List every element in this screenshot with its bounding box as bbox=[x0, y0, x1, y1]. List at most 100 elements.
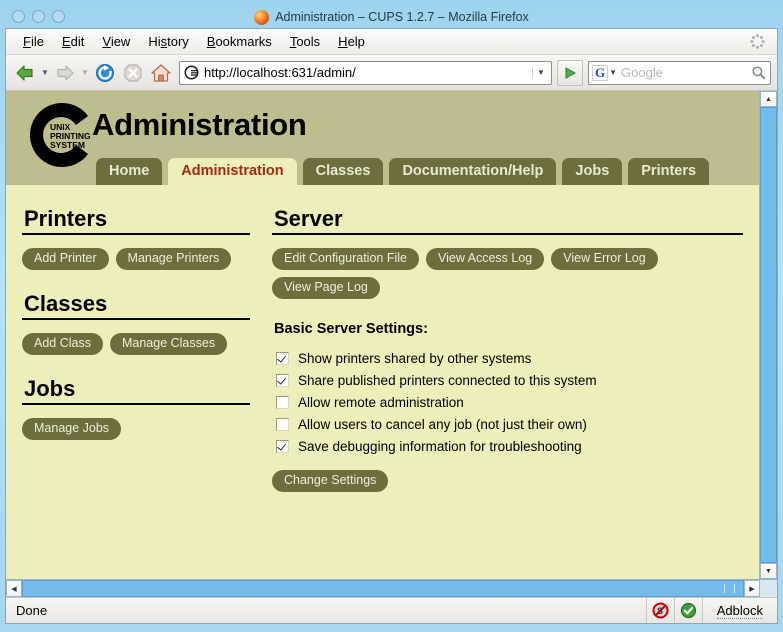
search-icon[interactable] bbox=[748, 65, 768, 80]
add-printer-button[interactable]: Add Printer bbox=[22, 248, 109, 271]
scroll-right-button[interactable]: ▶ bbox=[744, 580, 760, 597]
view-access-log-button[interactable]: View Access Log bbox=[425, 248, 545, 271]
back-button[interactable] bbox=[12, 60, 38, 86]
setting-show-shared-printers[interactable]: Show printers shared by other systems bbox=[276, 351, 743, 366]
svg-text:S: S bbox=[657, 606, 663, 616]
url-dropdown-icon[interactable]: ▼ bbox=[532, 68, 549, 77]
basic-server-settings-heading: Basic Server Settings: bbox=[274, 321, 428, 338]
setting-allow-users-cancel-any-job[interactable]: Allow users to cancel any job (not just … bbox=[276, 417, 743, 432]
maximize-button[interactable] bbox=[52, 10, 65, 23]
classes-divider bbox=[22, 318, 250, 321]
window-title: Administration – CUPS 1.2.7 – Mozilla Fi… bbox=[5, 9, 778, 25]
edit-configuration-file-button[interactable]: Edit Configuration File bbox=[272, 248, 419, 271]
setting-share-published-printers[interactable]: Share published printers connected to th… bbox=[276, 373, 743, 388]
cups-logo-icon: UNIX PRINTING SYSTEM bbox=[26, 99, 98, 171]
manage-printers-button[interactable]: Manage Printers bbox=[115, 248, 232, 271]
noscript-status-icon[interactable]: S bbox=[647, 598, 675, 623]
tab-home[interactable]: Home bbox=[96, 158, 163, 185]
page-viewport: UNIX PRINTING SYSTEM Administration Home… bbox=[6, 91, 777, 579]
change-settings-row: Change Settings bbox=[272, 470, 743, 493]
tab-printers[interactable]: Printers bbox=[628, 158, 710, 185]
cups-page-header: UNIX PRINTING SYSTEM Administration Home… bbox=[6, 91, 759, 185]
setting-label: Show printers shared by other systems bbox=[298, 351, 532, 367]
horizontal-scrollbar[interactable]: ◀ ▶ bbox=[6, 579, 777, 597]
menu-view[interactable]: View bbox=[93, 32, 139, 51]
menu-edit[interactable]: Edit bbox=[53, 32, 93, 51]
url-bar[interactable]: http://localhost:631/admin/ ▼ bbox=[179, 60, 552, 85]
minimize-button[interactable] bbox=[32, 10, 45, 23]
printers-divider bbox=[22, 233, 250, 236]
tab-administration[interactable]: Administration bbox=[168, 158, 297, 185]
url-text: http://localhost:631/admin/ bbox=[204, 65, 356, 80]
server-actions: Edit Configuration File View Access Log … bbox=[272, 248, 743, 300]
checkbox-icon[interactable] bbox=[276, 374, 289, 388]
cups-page: UNIX PRINTING SYSTEM Administration Home… bbox=[6, 91, 759, 579]
jobs-actions: Manage Jobs bbox=[22, 418, 250, 441]
status-message: Done bbox=[6, 598, 647, 623]
secure-status-icon[interactable] bbox=[675, 598, 703, 623]
view-page-log-button[interactable]: View Page Log bbox=[272, 277, 380, 300]
horizontal-scroll-thumb[interactable] bbox=[22, 580, 744, 597]
manage-jobs-button[interactable]: Manage Jobs bbox=[22, 418, 122, 441]
svg-text:SYSTEM: SYSTEM bbox=[50, 140, 85, 150]
menubar: File Edit View History Bookmarks Tools H… bbox=[6, 29, 777, 55]
forward-dropdown-icon: ▼ bbox=[81, 68, 89, 77]
tab-jobs[interactable]: Jobs bbox=[562, 158, 623, 185]
view-error-log-button[interactable]: View Error Log bbox=[551, 248, 658, 271]
titlebar: Administration – CUPS 1.2.7 – Mozilla Fi… bbox=[5, 5, 778, 28]
setting-label: Allow users to cancel any job (not just … bbox=[298, 417, 587, 433]
page-favicon bbox=[184, 65, 199, 80]
tab-classes[interactable]: Classes bbox=[302, 158, 384, 185]
vertical-scroll-thumb[interactable] bbox=[760, 107, 777, 563]
search-box[interactable]: G ▼ Google bbox=[588, 60, 771, 85]
stop-button bbox=[120, 60, 146, 86]
back-dropdown-icon[interactable]: ▼ bbox=[40, 68, 50, 77]
setting-label: Share published printers connected to th… bbox=[298, 373, 597, 389]
search-engine-dropdown-icon[interactable]: ▼ bbox=[609, 68, 617, 77]
home-button[interactable] bbox=[148, 60, 174, 86]
add-class-button[interactable]: Add Class bbox=[22, 333, 103, 356]
scroll-left-button[interactable]: ◀ bbox=[6, 580, 22, 597]
manage-classes-button[interactable]: Manage Classes bbox=[109, 333, 228, 356]
menu-tools[interactable]: Tools bbox=[281, 32, 329, 51]
scroll-thumb-grip bbox=[724, 584, 735, 593]
tab-documentation-help[interactable]: Documentation/Help bbox=[389, 158, 557, 185]
firefox-icon bbox=[254, 10, 270, 25]
adblock-status[interactable]: Adblock bbox=[703, 598, 777, 623]
classes-actions: Add Class Manage Classes bbox=[22, 333, 250, 356]
page-title: Administration bbox=[92, 107, 307, 142]
printers-actions: Add Printer Manage Printers bbox=[22, 248, 250, 271]
scroll-down-button[interactable]: ▼ bbox=[760, 563, 777, 579]
close-button[interactable] bbox=[12, 10, 25, 23]
go-button[interactable] bbox=[557, 59, 583, 86]
classes-heading: Classes bbox=[24, 291, 108, 317]
setting-allow-remote-administration[interactable]: Allow remote administration bbox=[276, 395, 743, 410]
right-column: Server Edit Configuration File View Acce… bbox=[272, 207, 743, 514]
checkbox-icon[interactable] bbox=[276, 440, 289, 454]
vertical-scrollbar[interactable]: ▲ ▼ bbox=[759, 91, 777, 579]
menu-history[interactable]: History bbox=[139, 32, 197, 51]
reload-button[interactable] bbox=[92, 60, 118, 86]
menu-file[interactable]: File bbox=[14, 32, 53, 51]
window-title-text: Administration – CUPS 1.2.7 – Mozilla Fi… bbox=[275, 9, 529, 24]
browser-chrome: File Edit View History Bookmarks Tools H… bbox=[5, 28, 778, 624]
search-input[interactable]: Google bbox=[621, 65, 748, 80]
change-settings-button[interactable]: Change Settings bbox=[272, 470, 389, 493]
setting-label: Allow remote administration bbox=[298, 395, 464, 411]
checkbox-icon[interactable] bbox=[276, 352, 289, 366]
basic-server-settings-list: Show printers shared by other systems Sh… bbox=[276, 351, 743, 454]
menu-bookmarks[interactable]: Bookmarks bbox=[198, 32, 281, 51]
browser-window: Administration – CUPS 1.2.7 – Mozilla Fi… bbox=[0, 0, 783, 632]
google-icon[interactable]: G bbox=[592, 64, 609, 81]
forward-button bbox=[52, 60, 78, 86]
setting-save-debugging-information[interactable]: Save debugging information for troublesh… bbox=[276, 439, 743, 454]
adblock-label: Adblock bbox=[716, 602, 763, 619]
checkbox-icon[interactable] bbox=[276, 418, 289, 432]
scroll-up-button[interactable]: ▲ bbox=[760, 91, 777, 107]
statusbar: Done S Adblock bbox=[6, 597, 777, 623]
throbber-icon bbox=[750, 34, 765, 49]
server-divider bbox=[272, 233, 743, 236]
checkbox-icon[interactable] bbox=[276, 396, 289, 410]
window-controls bbox=[5, 10, 65, 23]
menu-help[interactable]: Help bbox=[329, 32, 374, 51]
